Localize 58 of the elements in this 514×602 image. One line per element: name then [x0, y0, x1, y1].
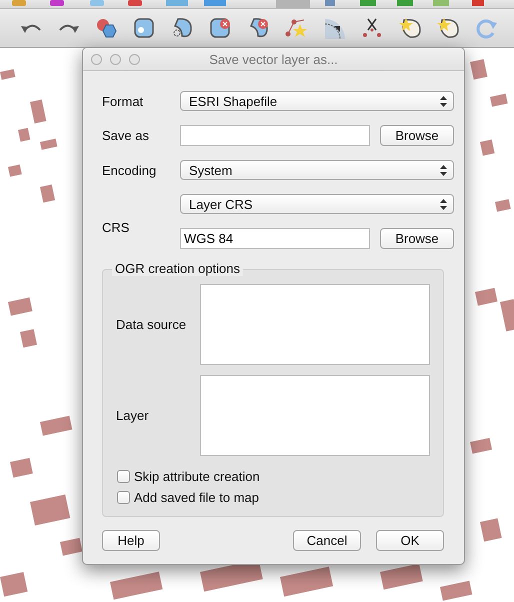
building-shape: [495, 199, 511, 212]
cancel-button[interactable]: Cancel: [293, 530, 361, 551]
building-shape: [480, 140, 495, 156]
browse-button[interactable]: Browse: [380, 125, 454, 146]
window-control-button[interactable]: [110, 54, 121, 64]
dropdown[interactable]: ESRI Shapefile: [180, 91, 454, 111]
building-shape: [110, 572, 163, 600]
checkbox-label: Skip attribute creation: [134, 469, 260, 484]
checkbox[interactable]: [117, 470, 130, 483]
field-label: Encoding: [102, 162, 158, 178]
dropdown[interactable]: Layer CRS: [180, 194, 454, 214]
window-control-button[interactable]: [91, 54, 102, 64]
browse-button[interactable]: Browse: [380, 228, 454, 249]
text-area[interactable]: [200, 284, 430, 365]
field-label: Data source: [116, 317, 188, 332]
field-label: Format: [102, 94, 144, 108]
building-shape: [20, 329, 38, 348]
dropdown[interactable]: System: [180, 160, 454, 180]
building-shape: [0, 69, 16, 80]
arc-icon[interactable]: [322, 16, 346, 40]
checkbox[interactable]: [117, 491, 130, 504]
building-shape: [0, 572, 28, 597]
field-label: Save as: [102, 128, 150, 143]
building-shape: [30, 100, 46, 124]
building-shape: [8, 297, 32, 316]
field-label: Layer: [116, 408, 150, 423]
star-shape-icon[interactable]: [436, 16, 460, 40]
building-shape: [470, 438, 492, 454]
updown-arrows-icon: [440, 96, 447, 107]
building-shape: [470, 59, 488, 80]
scissors-icon[interactable]: [360, 16, 384, 40]
help-button[interactable]: Help: [102, 530, 160, 551]
input-field[interactable]: WGS 84: [180, 228, 370, 249]
building-shape: [60, 538, 82, 556]
window-title: Save vector layer as...: [209, 52, 338, 66]
building-shape: [440, 580, 472, 601]
input-field[interactable]: [180, 125, 370, 146]
building-shape: [40, 184, 56, 203]
building-shape: [18, 128, 30, 142]
field-label: CRS: [102, 220, 130, 237]
building-shape: [490, 94, 508, 107]
star-shape-icon[interactable]: [398, 16, 422, 40]
polygon-icon[interactable]: [132, 16, 156, 40]
group-title: OGR creation options: [112, 261, 244, 276]
shapes-icon[interactable]: [94, 16, 118, 40]
ok-button[interactable]: OK: [376, 530, 444, 551]
polygon-delete-icon[interactable]: [208, 16, 232, 40]
updown-arrows-icon: [440, 165, 447, 176]
building-shape: [480, 518, 502, 542]
updown-arrows-icon: [440, 199, 447, 210]
building-shape: [500, 299, 514, 332]
checkbox-label: Add saved file to map: [134, 490, 260, 505]
window-control-button[interactable]: [129, 54, 140, 64]
building-shape: [8, 164, 22, 177]
building-shape: [475, 288, 498, 306]
building-shape: [40, 138, 58, 150]
building-shape: [10, 458, 33, 478]
text-area[interactable]: [200, 375, 430, 456]
